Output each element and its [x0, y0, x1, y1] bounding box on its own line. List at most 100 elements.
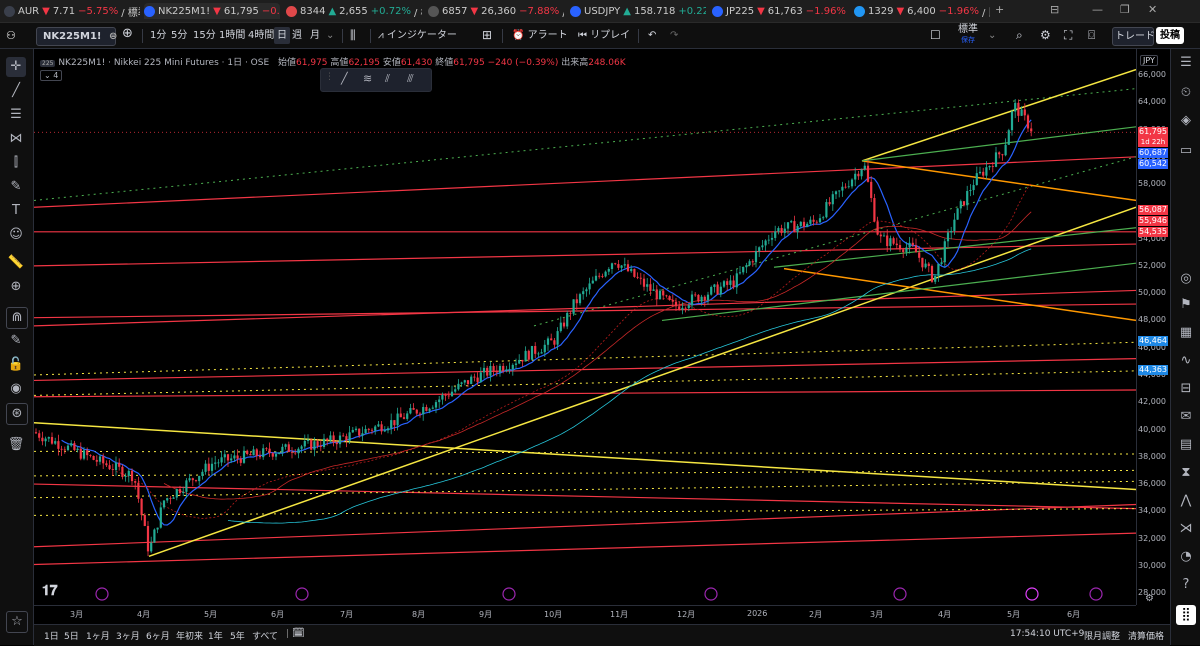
quick-search-icon[interactable]: ⌕	[1016, 27, 1023, 44]
layouts-icon[interactable]: ⊞	[482, 27, 492, 44]
range-6m[interactable]: 6ヶ月	[146, 629, 170, 642]
trade-button[interactable]: トレード	[1112, 27, 1155, 46]
browser-tab-1[interactable]: AUR▼7.71−5.75%/ 標準✕	[4, 3, 140, 19]
browser-tab-4[interactable]: 6857▼26,360−7.88%/ 標準✕	[428, 3, 564, 19]
range-1m[interactable]: 1ヶ月	[86, 629, 110, 642]
interval-week[interactable]: 週	[292, 27, 302, 44]
alert-button[interactable]: ⏰ アラート	[512, 27, 568, 44]
axis-settings-icon[interactable]: ⚙	[1145, 593, 1154, 604]
goto-date-icon[interactable]: 🗓	[292, 628, 305, 639]
signal-icon[interactable]: ◎	[1176, 269, 1196, 289]
forecast-icon[interactable]: ⫿	[6, 153, 26, 173]
lock-icon[interactable]: 🔓	[6, 355, 26, 375]
layers-icon[interactable]: ◈	[1176, 111, 1196, 131]
currency-button[interactable]: JPY	[1140, 55, 1158, 66]
clock-time[interactable]: 17:54:10 UTC+9	[1010, 629, 1084, 639]
range-5d[interactable]: 5日	[64, 629, 79, 642]
price-label[interactable]: 61,795 1d 22h	[1138, 127, 1168, 148]
trendline-icon[interactable]: ╱	[6, 81, 26, 101]
interval-dropdown-icon[interactable]: ⌄	[326, 27, 334, 44]
notes-icon[interactable]: ✉	[1176, 407, 1196, 427]
pulse-icon[interactable]: ∿	[1176, 351, 1196, 371]
compare-add-icon[interactable]: ⊕	[122, 25, 133, 42]
browser-tab-3[interactable]: 8344▲2,655+0.72%/ 標準✕	[286, 3, 422, 19]
data-window-icon[interactable]: ▤	[1176, 435, 1196, 455]
fib-retracement-icon[interactable]: ☰	[6, 105, 26, 125]
range-1d[interactable]: 1日	[44, 629, 59, 642]
ideas-icon[interactable]: ⋀	[1176, 491, 1196, 511]
screener-icon[interactable]: ⊟	[1176, 379, 1196, 399]
emoji-icon[interactable]: ☺	[6, 225, 26, 245]
price-chart[interactable]	[34, 49, 1136, 605]
visibility-eye-icon[interactable]: ◉	[6, 379, 26, 399]
tech-analysis-icon[interactable]: ⚑	[1176, 295, 1196, 315]
interval-5m[interactable]: 5分	[171, 27, 187, 44]
publish-button[interactable]: 投稿	[1156, 27, 1184, 44]
tradingview-menu-icon[interactable]: ⚇	[6, 27, 16, 44]
text-tool-icon[interactable]: T	[6, 201, 26, 221]
interval-month[interactable]: 月	[310, 27, 320, 44]
brush-icon[interactable]: ✎	[6, 177, 26, 197]
browser-tab-7[interactable]: 1329▼6,400−1.96%/ 比✕	[854, 3, 990, 19]
layout-name-button[interactable]: 標準 保存	[958, 24, 978, 44]
browser-tab-6[interactable]: JP225▼61,763−1.96%/ 標✕	[712, 3, 848, 19]
legend-title[interactable]: NK225M1! · Nikkei 225 Mini Futures · 1日 …	[58, 58, 269, 68]
settings-gear-icon[interactable]: ⚙	[1040, 27, 1051, 44]
browser-tab-2[interactable]: NK225M1!▼61,795−0.39%/ 標✕	[144, 3, 280, 19]
maximize-icon[interactable]: ❐	[1120, 3, 1130, 16]
object-tree-icon[interactable]: ⊛	[6, 403, 28, 425]
range-ytd[interactable]: 年初来	[176, 629, 203, 642]
stream-icon[interactable]: ⋊	[1176, 519, 1196, 539]
symbol-search-button[interactable]: NK225M1! ⊜	[36, 27, 117, 46]
crosshair-icon[interactable]: ✛	[6, 57, 26, 77]
indicators-button[interactable]: ⩘ インジケーター	[378, 27, 457, 44]
lock-drawings-icon[interactable]: ✎	[6, 331, 26, 351]
layout-dropdown-icon[interactable]: ⌄	[988, 27, 996, 44]
browser-tab-5[interactable]: USDJPY▲158.718+0.22%/✕	[570, 3, 706, 19]
interval-day[interactable]: 日	[274, 27, 290, 44]
favorites-star-icon[interactable]: ☆	[6, 611, 28, 633]
interval-1m[interactable]: 1分	[150, 27, 166, 44]
time-axis[interactable]: 3月 4月 5月 6月 7月 8月 9月 10月 11月 12月 2026 2月 3月 4月 5月 6月	[34, 605, 1136, 624]
price-label[interactable]: 54,535	[1138, 227, 1168, 238]
snapshot-camera-icon[interactable]: ⌼	[1088, 27, 1095, 44]
price-label[interactable]: 56,087	[1138, 205, 1168, 216]
range-5y[interactable]: 5年	[230, 629, 245, 642]
price-label[interactable]: 55,946	[1138, 216, 1168, 227]
price-label[interactable]: 60,542	[1138, 159, 1168, 170]
interval-4h[interactable]: 4時間	[248, 27, 274, 44]
help-icon[interactable]: ?	[1176, 575, 1196, 595]
close-window-icon[interactable]: ✕	[1148, 3, 1157, 16]
redo-icon[interactable]: ↷	[670, 27, 678, 44]
contract-adjust-button[interactable]: 限月調整	[1084, 629, 1120, 642]
price-axis[interactable]: JPY 66,00064,00062,00060,00058,00056,000…	[1136, 49, 1170, 605]
line-tool-icon[interactable]: ╱	[341, 72, 348, 85]
indicators-collapse-button[interactable]: ⌄ 4	[40, 70, 63, 81]
zoom-in-icon[interactable]: ⊕	[6, 277, 26, 297]
alerts-clock-icon[interactable]: ⏲	[1176, 83, 1196, 103]
pitchfork-tool-icon[interactable]: ⫽	[385, 72, 390, 86]
price-label[interactable]: 46,464	[1138, 336, 1168, 347]
bar-style-icon[interactable]: ⫼	[350, 27, 356, 44]
magnet-icon[interactable]: ⋒	[6, 307, 28, 329]
interval-1h[interactable]: 1時間	[219, 27, 245, 44]
undo-icon[interactable]: ↶	[648, 27, 656, 44]
ruler-icon[interactable]: 📏	[6, 253, 26, 273]
channel-tool-icon[interactable]: ≋	[363, 72, 372, 85]
pattern-icon[interactable]: ⋈	[6, 129, 26, 149]
range-1y[interactable]: 1年	[208, 629, 223, 642]
broadcast-icon[interactable]: ◔	[1176, 547, 1196, 567]
range-all[interactable]: すべて	[252, 629, 278, 642]
trash-icon[interactable]: 🗑	[6, 435, 26, 455]
replay-button[interactable]: ⏮ リプレイ	[578, 27, 630, 44]
alerts-log-icon[interactable]: ⧗	[1176, 463, 1196, 483]
price-label[interactable]: 44,363	[1138, 365, 1168, 376]
new-tab-icon[interactable]: +	[995, 3, 1004, 16]
calendar-icon[interactable]: ▦	[1176, 323, 1196, 343]
layout-square-icon[interactable]: ☐	[930, 27, 941, 44]
minimize-icon[interactable]: —	[1092, 3, 1103, 16]
fan-tool-icon[interactable]: ⫻	[407, 72, 414, 86]
watchlist-icon[interactable]: ☰	[1176, 53, 1196, 73]
chat-icon[interactable]: ▭	[1176, 141, 1196, 161]
settlement-price-button[interactable]: 清算価格	[1128, 629, 1164, 642]
